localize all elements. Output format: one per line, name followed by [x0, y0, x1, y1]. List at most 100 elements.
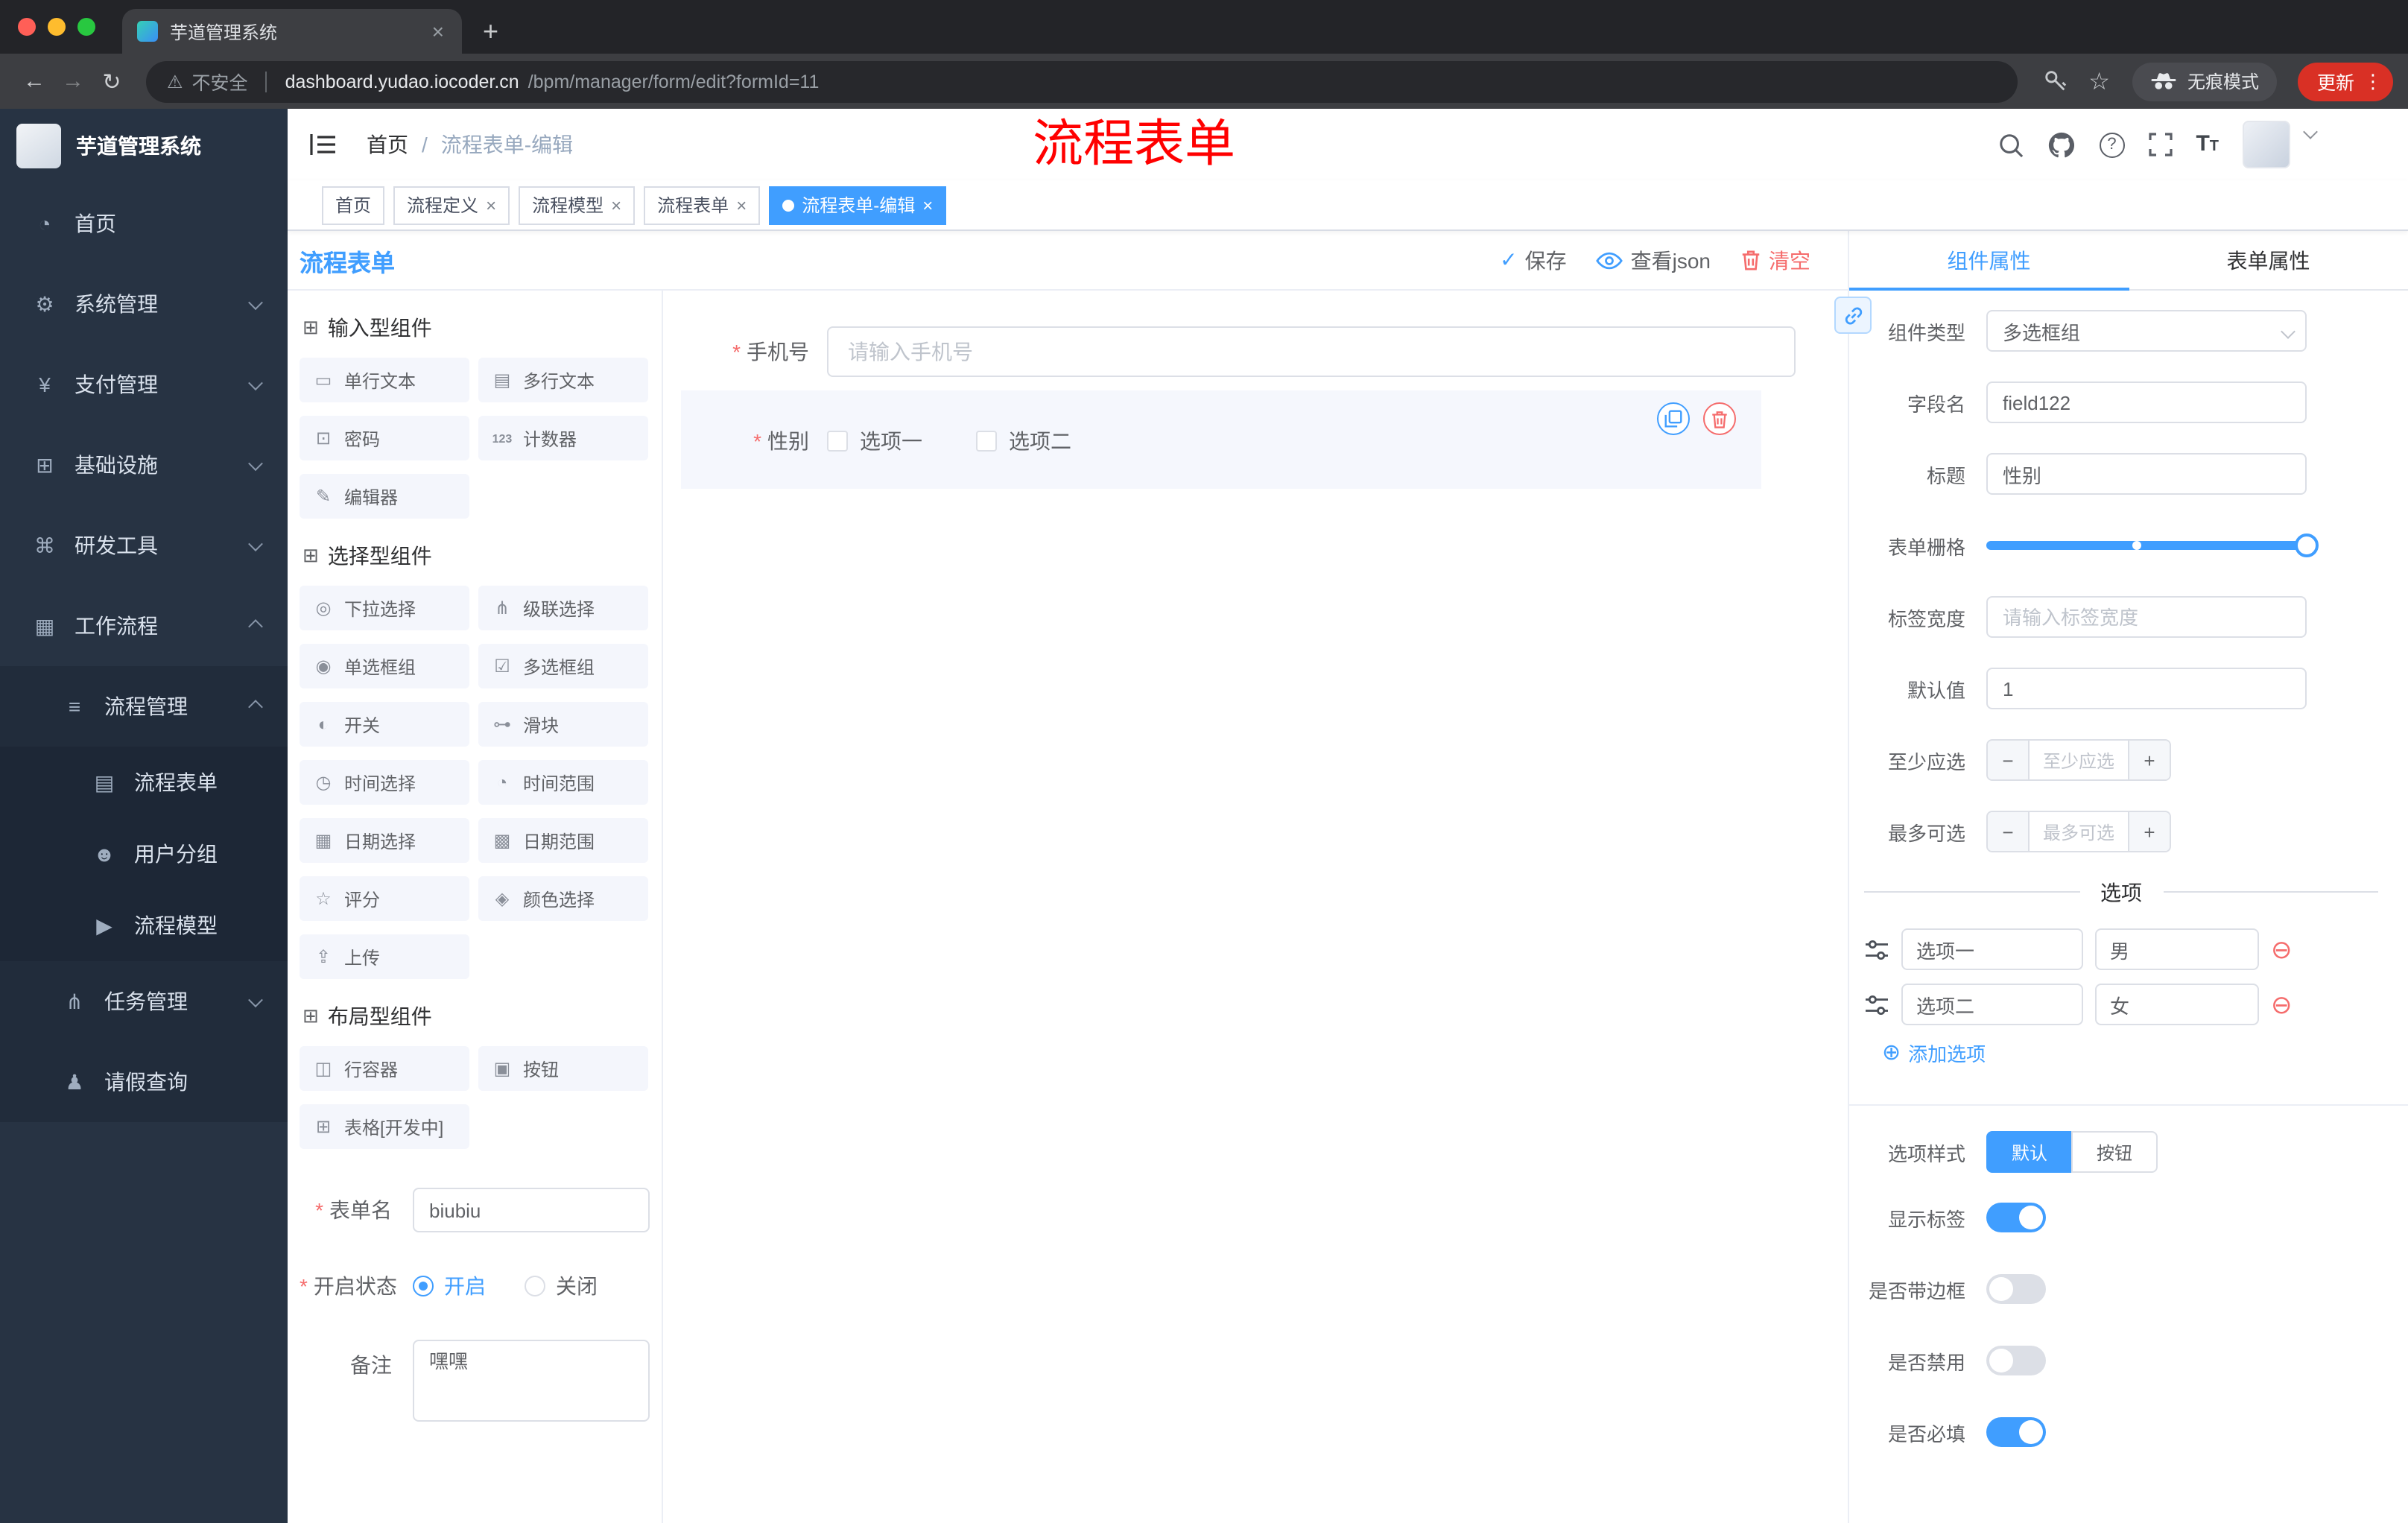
search-icon[interactable]	[1997, 132, 2023, 157]
close-icon[interactable]: ×	[736, 194, 747, 215]
form-canvas[interactable]: 手机号	[663, 291, 1848, 1523]
add-option-button[interactable]: ⊕ 添加选项	[1849, 1039, 2408, 1067]
sidebar-item-leave-query[interactable]: ♟ 请假查询	[0, 1042, 288, 1122]
status-radio-off[interactable]: 关闭	[525, 1271, 598, 1301]
maximize-window-button[interactable]	[77, 18, 95, 36]
component-date-picker[interactable]: ▦ 日期选择	[300, 818, 469, 863]
gender-checkbox-option2[interactable]: 选项二	[976, 426, 1071, 456]
canvas-field-phone[interactable]: 手机号	[663, 326, 1796, 377]
component-single-line-text[interactable]: ▭ 单行文本	[300, 358, 469, 402]
new-tab-button[interactable]: +	[483, 16, 498, 48]
component-type-value[interactable]	[1986, 310, 2307, 352]
drag-option-handle[interactable]	[1864, 938, 1889, 960]
copy-component-button[interactable]	[1657, 402, 1690, 435]
component-multiline-text[interactable]: ▤ 多行文本	[478, 358, 648, 402]
component-switch[interactable]: ◐ 开关	[300, 702, 469, 747]
reload-button[interactable]: ↻	[92, 68, 131, 95]
component-time-picker[interactable]: ◷ 时间选择	[300, 760, 469, 805]
option-style-button-button[interactable]: 按钮	[2071, 1131, 2158, 1173]
component-counter[interactable]: 123 计数器	[478, 416, 648, 460]
close-icon[interactable]: ×	[922, 194, 933, 215]
status-radio-on[interactable]: 开启	[413, 1271, 486, 1301]
sidebar-item-process-management[interactable]: ≡ 流程管理	[0, 666, 288, 747]
phone-input[interactable]	[827, 326, 1796, 377]
option-value-input[interactable]	[2095, 928, 2259, 970]
component-color-picker[interactable]: ◈ 颜色选择	[478, 876, 648, 921]
view-json-button[interactable]: 查看json	[1596, 245, 1711, 275]
decrease-button[interactable]: −	[1988, 812, 2030, 851]
sidebar-item-system-management[interactable]: ⚙ 系统管理	[0, 264, 288, 344]
font-size-icon[interactable]: TT	[2196, 133, 2219, 155]
component-radio-group[interactable]: ◉ 单选框组	[300, 644, 469, 688]
github-icon[interactable]	[2047, 130, 2075, 159]
drag-option-handle[interactable]	[1864, 993, 1889, 1016]
component-upload[interactable]: ⇪ 上传	[300, 934, 469, 979]
key-icon[interactable]	[2042, 69, 2068, 94]
canvas-field-gender-selected[interactable]: 性别 选项一 选项二	[681, 390, 1761, 489]
gender-checkbox-option1[interactable]: 选项一	[827, 426, 922, 456]
sidebar-item-infrastructure[interactable]: ⊞ 基础设施	[0, 425, 288, 505]
component-table[interactable]: ⊞ 表格[开发中]	[300, 1104, 469, 1149]
fullscreen-icon[interactable]	[2148, 133, 2173, 156]
sidebar-item-process-model[interactable]: ▶ 流程模型	[0, 890, 288, 961]
option-style-default-button[interactable]: 默认	[1986, 1131, 2072, 1173]
close-icon[interactable]: ×	[611, 194, 621, 215]
component-editor[interactable]: ✎ 编辑器	[300, 474, 469, 519]
form-grid-slider[interactable]	[1986, 525, 2319, 566]
minimize-window-button[interactable]	[48, 18, 66, 36]
sidebar-item-home[interactable]: ◔ 首页	[0, 183, 288, 264]
max-select-stepper[interactable]: − 最多可选 +	[1986, 811, 2171, 852]
avatar[interactable]	[2243, 121, 2290, 168]
disabled-switch[interactable]	[1986, 1346, 2046, 1375]
component-slider[interactable]: ⊶ 滑块	[478, 702, 648, 747]
tag-process-model[interactable]: 流程模型 ×	[519, 186, 636, 224]
component-select[interactable]: ◎ 下拉选择	[300, 586, 469, 630]
component-time-range[interactable]: ◔ 时间范围	[478, 760, 648, 805]
title-input[interactable]	[1986, 453, 2307, 495]
delete-component-button[interactable]	[1703, 402, 1736, 435]
close-icon[interactable]: ×	[486, 194, 496, 215]
update-button[interactable]: 更新 ⋮	[2297, 62, 2393, 101]
sidebar-item-dev-tools[interactable]: ⌘ 研发工具	[0, 505, 288, 586]
menu-fold-button[interactable]	[310, 133, 337, 156]
option-value-input[interactable]	[2095, 984, 2259, 1025]
tab-form-props[interactable]: 表单属性	[2129, 231, 2408, 289]
clear-button[interactable]: 清空	[1740, 245, 1810, 275]
remark-textarea[interactable]: 嘿嘿	[413, 1340, 650, 1422]
show-label-switch[interactable]	[1986, 1203, 2046, 1232]
slider-track[interactable]	[1986, 533, 2319, 557]
decrease-button[interactable]: −	[1988, 741, 2030, 779]
sidebar-item-workflow[interactable]: ▦ 工作流程	[0, 586, 288, 666]
option-name-input[interactable]	[1901, 928, 2083, 970]
breadcrumb-home[interactable]: 首页	[367, 130, 408, 159]
bookmark-star-button[interactable]: ☆	[2088, 66, 2110, 96]
form-name-input[interactable]	[413, 1188, 650, 1232]
sidebar-item-process-form[interactable]: ▤ 流程表单	[0, 747, 288, 818]
default-value-input[interactable]	[1986, 668, 2307, 709]
slider-handle[interactable]	[2295, 533, 2319, 557]
link-icon[interactable]	[1834, 297, 1872, 334]
sidebar-item-payment-management[interactable]: ¥ 支付管理	[0, 344, 288, 425]
tab-component-props[interactable]: 组件属性	[1849, 231, 2129, 291]
help-icon[interactable]: ?	[2099, 132, 2125, 157]
browser-menu-icon[interactable]: ⋮	[2363, 69, 2383, 93]
option-name-input[interactable]	[1901, 984, 2083, 1025]
field-name-input[interactable]	[1986, 381, 2307, 423]
tag-process-form[interactable]: 流程表单 ×	[644, 186, 761, 224]
sidebar-item-task-management[interactable]: ⋔ 任务管理	[0, 961, 288, 1042]
min-select-stepper[interactable]: − 至少应选 +	[1986, 739, 2171, 781]
browser-tab[interactable]: 芋道管理系统 ×	[122, 9, 462, 54]
component-rate[interactable]: ☆ 评分	[300, 876, 469, 921]
label-width-input[interactable]	[1986, 596, 2307, 638]
tag-process-definition[interactable]: 流程定义 ×	[393, 186, 510, 224]
chevron-down-icon[interactable]	[2303, 124, 2318, 139]
save-button[interactable]: ✓ 保存	[1500, 245, 1566, 275]
sidebar-item-user-group[interactable]: ☻ 用户分组	[0, 818, 288, 890]
tag-process-form-edit[interactable]: 流程表单-编辑 ×	[769, 186, 947, 224]
required-switch[interactable]	[1986, 1417, 2046, 1447]
component-row-container[interactable]: ◫ 行容器	[300, 1046, 469, 1091]
component-checkbox-group[interactable]: ☑ 多选框组	[478, 644, 648, 688]
remove-option-button[interactable]: ⊖	[2271, 992, 2293, 1017]
tag-home[interactable]: 首页	[322, 186, 385, 224]
border-switch[interactable]	[1986, 1274, 2046, 1304]
